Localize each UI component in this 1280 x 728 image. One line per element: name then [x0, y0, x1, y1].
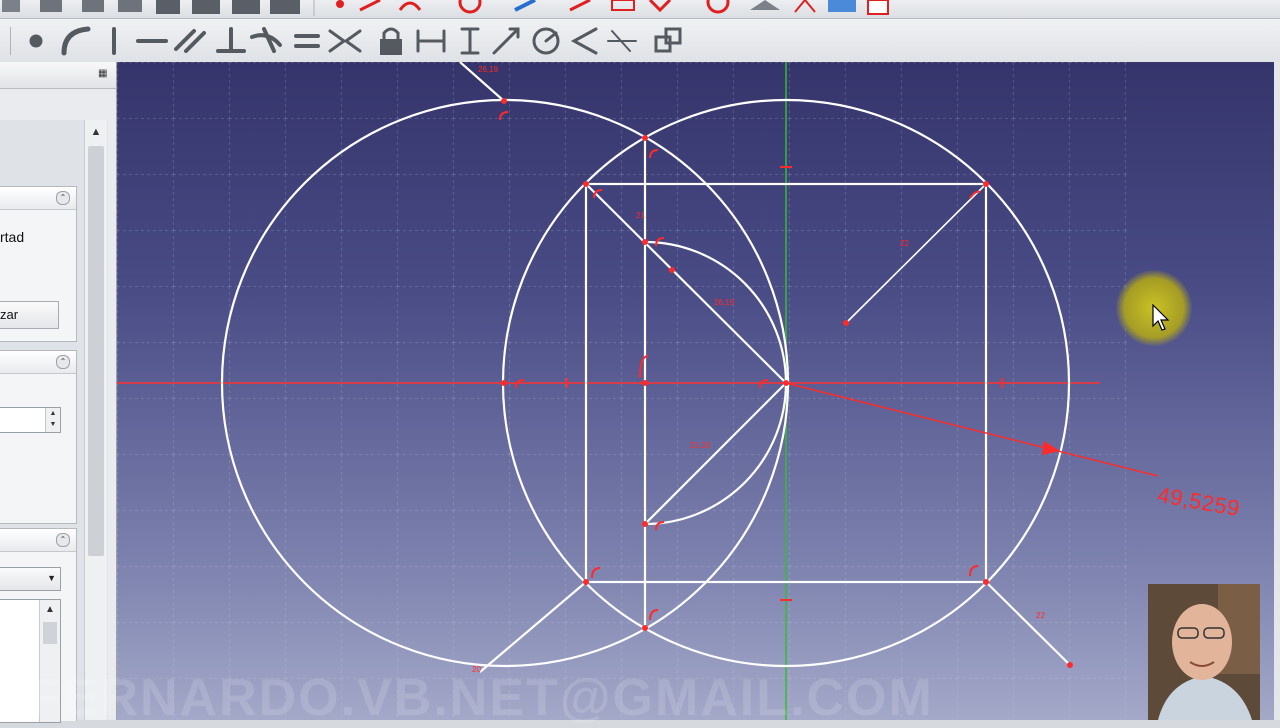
watermark-email: FERNARDO.VB.NET@GMAIL.COM: [30, 669, 934, 727]
constraint-label: 22: [1036, 611, 1045, 620]
sketch-canvas: 26,19 26,19 21,20 20 21 22 22: [117, 62, 1159, 720]
spin-arrows-icon[interactable]: ▲ ▼: [45, 408, 60, 432]
sketch-trim-icon: [828, 0, 856, 12]
sketch-circle-icon: [458, 0, 482, 14]
part-torus-icon: [192, 0, 220, 14]
panel-titlebar: ▦: [0, 62, 116, 89]
collapse-icon[interactable]: ⌃: [56, 191, 70, 205]
task-box-header[interactable]: ⌃: [0, 529, 76, 552]
constraint-label: 22: [900, 239, 909, 248]
point-on-object-icon: [61, 26, 91, 56]
constraint-label: 26,19: [714, 298, 735, 307]
sketch-conic-icon: [514, 0, 536, 12]
vertical-distance-icon: [460, 27, 480, 55]
sketch-slot-icon: [750, 0, 780, 10]
point-coincident-icon: [29, 34, 43, 48]
sketch-rectangle-icon: [648, 0, 672, 13]
part-cone-icon: [156, 0, 180, 14]
part-prism-icon: [270, 0, 300, 14]
scroll-up-icon[interactable]: ▲: [85, 122, 107, 142]
constraint-label: 21: [636, 211, 645, 220]
snell-law-icon: [607, 30, 637, 52]
distance-icon: [492, 27, 520, 55]
webcam-overlay: [1148, 584, 1260, 720]
part-sphere-icon: [118, 0, 142, 12]
equal-icon: [294, 34, 320, 48]
mouse-pointer-icon: [1152, 304, 1170, 331]
sketch-external-icon: [867, 0, 889, 15]
sketcher-geometry-toolbar: [0, 0, 1280, 19]
grid-size-spinbox[interactable]: ▲ ▼: [0, 407, 61, 433]
sketch-bspline-icon: [569, 0, 591, 12]
lock-icon: [380, 39, 402, 55]
task-panel-scrollbar[interactable]: ▲: [84, 120, 107, 720]
float-panel-icon[interactable]: ▦: [98, 69, 108, 79]
tangent-icon: [250, 27, 282, 53]
part-cylinder-icon: [82, 0, 104, 12]
angle-icon: [570, 27, 598, 55]
task-button[interactable]: zar: [0, 301, 59, 329]
sketch-point-icon: [336, 0, 344, 8]
combo-view-panel: ▦ ▲ ⌃ rtad zar ⌃ ▲ ▼ ⌃ ▼ ▲: [0, 62, 117, 723]
sketch-3d-view[interactable]: 26,19 26,19 21,20 20 21 22 22: [117, 62, 1280, 720]
perpendicular-icon: [216, 27, 246, 53]
part-tube-icon: [232, 0, 260, 14]
sketch-arc-icon: [398, 1, 422, 11]
sketch-grid: [117, 62, 1127, 720]
task-box-solver: ⌃ rtad zar: [0, 186, 77, 342]
collapse-icon[interactable]: ⌃: [56, 355, 70, 369]
part-cube-icon: [40, 0, 62, 12]
person-face: [1172, 604, 1232, 680]
element-type-combo[interactable]: ▼: [0, 567, 61, 591]
sketch-polygon-icon: [706, 0, 730, 14]
scroll-thumb[interactable]: [88, 146, 104, 556]
chevron-down-icon: ▼: [47, 573, 56, 583]
horizontal-distance-icon: [416, 29, 446, 53]
task-box-header[interactable]: ⌃: [0, 187, 76, 210]
sketch-polyline-icon: [611, 0, 635, 11]
scroll-up-icon[interactable]: ▲: [40, 600, 60, 620]
sketcher-constraints-toolbar: [0, 19, 1280, 63]
symmetric-icon: [328, 29, 362, 53]
sketch-line-icon: [359, 0, 381, 12]
collapse-icon[interactable]: ⌃: [56, 533, 70, 547]
constraint-label: 21,20: [690, 441, 711, 450]
right-edge: [1274, 62, 1280, 720]
task-box-header[interactable]: ⌃: [0, 351, 76, 374]
constraint-label: 26,19: [478, 65, 499, 74]
toolbar-top-icons: [2, 0, 889, 16]
part-box-icon: [2, 0, 20, 12]
task-box-settings: ⌃ ▲ ▼: [0, 350, 77, 524]
parallel-icon: [174, 29, 206, 53]
task-text: rtad: [0, 229, 25, 245]
scroll-thumb[interactable]: [43, 622, 57, 644]
sketch-fillet-icon: [794, 0, 816, 13]
